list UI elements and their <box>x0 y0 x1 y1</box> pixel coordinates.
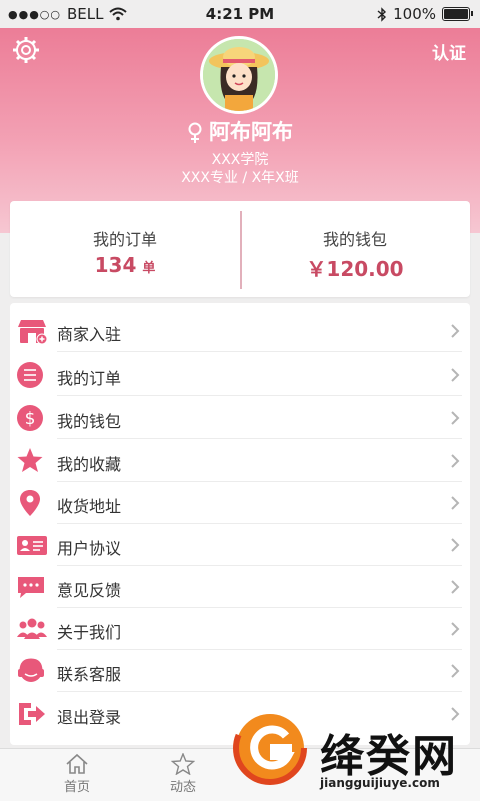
menu-item-about[interactable]: 关于我们 <box>10 609 470 650</box>
menu-item-label: 我的收藏 <box>57 455 122 474</box>
star-outline-icon <box>171 753 195 775</box>
list-icon <box>17 362 43 388</box>
watermark-name: 绛癸网 <box>320 731 458 782</box>
menu-item-label: 收货地址 <box>57 497 122 516</box>
chevron-right-icon <box>451 496 460 510</box>
status-bar: ●●●○○ BELL 4:21 PM 100% <box>0 0 480 28</box>
menu-list: 商家入驻 我的订单 $ 我的钱包 我的收藏 收货地址 用户协议 意见反馈 关于我… <box>10 303 470 745</box>
stats-card: 我的订单 134 单 我的钱包 ￥120.00 <box>10 201 470 297</box>
chevron-right-icon <box>451 454 460 468</box>
divider <box>57 438 462 439</box>
battery-icon <box>442 7 473 21</box>
menu-item-label: 用户协议 <box>57 539 122 558</box>
chevron-right-icon <box>451 324 460 338</box>
divider <box>57 607 462 608</box>
menu-item-label: 我的钱包 <box>57 412 122 431</box>
menu-item-label: 商家入驻 <box>57 325 122 344</box>
menu-item-label: 意见反馈 <box>57 581 122 600</box>
id-card-icon <box>17 536 47 555</box>
tab-activity[interactable]: 动态 <box>143 753 223 795</box>
menu-item-orders[interactable]: 我的订单 <box>10 355 470 396</box>
menu-item-merchant[interactable]: 商家入驻 <box>10 311 470 352</box>
divider <box>57 481 462 482</box>
menu-item-label: 关于我们 <box>57 623 122 642</box>
menu-item-wallet[interactable]: $ 我的钱包 <box>10 398 470 439</box>
chevron-right-icon <box>451 580 460 594</box>
chevron-right-icon <box>451 538 460 552</box>
gear-icon[interactable] <box>12 36 40 64</box>
wallet-stat[interactable]: 我的钱包 ￥120.00 <box>240 201 470 297</box>
battery-percent: 100% <box>393 5 436 23</box>
menu-item-feedback[interactable]: 意见反馈 <box>10 567 470 608</box>
tab-home[interactable]: 首页 <box>37 753 117 795</box>
group-icon <box>17 618 47 639</box>
wallet-balance: ￥120.00 <box>306 257 404 281</box>
logout-icon <box>19 703 45 725</box>
divider <box>57 565 462 566</box>
menu-item-label: 我的订单 <box>57 369 122 388</box>
svg-text:$: $ <box>25 409 36 429</box>
tab-label: 动态 <box>169 780 196 795</box>
school-name: XXX学院 <box>211 152 269 168</box>
user-name: 阿布阿布 <box>209 120 293 144</box>
star-icon <box>17 448 43 472</box>
avatar[interactable] <box>200 36 278 114</box>
wallet-stat-label: 我的钱包 <box>322 230 387 249</box>
user-name-row: 阿布阿布 <box>0 116 480 146</box>
menu-item-customer-service[interactable]: 联系客服 <box>10 651 470 692</box>
orders-stat-value-row: 134 单 <box>10 253 240 277</box>
headset-icon <box>18 658 44 682</box>
menu-item-agreement[interactable]: 用户协议 <box>10 525 470 566</box>
divider <box>57 649 462 650</box>
watermark-url: jiangguijiuye.com <box>320 776 440 790</box>
orders-stat[interactable]: 我的订单 134 单 <box>10 201 240 297</box>
chevron-right-icon <box>451 664 460 678</box>
verify-button[interactable]: 认证 <box>432 39 466 64</box>
chevron-right-icon <box>451 368 460 382</box>
home-icon <box>66 753 88 774</box>
divider <box>57 351 462 352</box>
orders-unit: 单 <box>142 261 156 276</box>
divider <box>57 395 462 396</box>
chat-bubble-icon <box>18 577 44 598</box>
menu-item-favorites[interactable]: 我的收藏 <box>10 441 470 482</box>
location-pin-icon <box>20 490 40 516</box>
battery-area: 100% <box>377 5 473 23</box>
dollar-icon: $ <box>17 405 43 431</box>
menu-item-address[interactable]: 收货地址 <box>10 483 470 524</box>
divider <box>57 523 462 524</box>
tab-label: 首页 <box>63 780 90 795</box>
bluetooth-icon <box>377 6 387 22</box>
menu-item-label: 联系客服 <box>57 665 122 684</box>
orders-stat-label: 我的订单 <box>92 230 157 249</box>
avatar-illustration <box>203 39 275 111</box>
chevron-right-icon <box>451 622 460 636</box>
female-icon <box>188 122 202 143</box>
divider <box>57 691 462 692</box>
major-class: XXX专业 / X年X班 <box>181 170 299 186</box>
orders-count: 134 <box>94 253 137 277</box>
menu-item-label: 退出登录 <box>57 708 122 727</box>
chevron-right-icon <box>451 411 460 425</box>
store-icon <box>18 320 48 345</box>
